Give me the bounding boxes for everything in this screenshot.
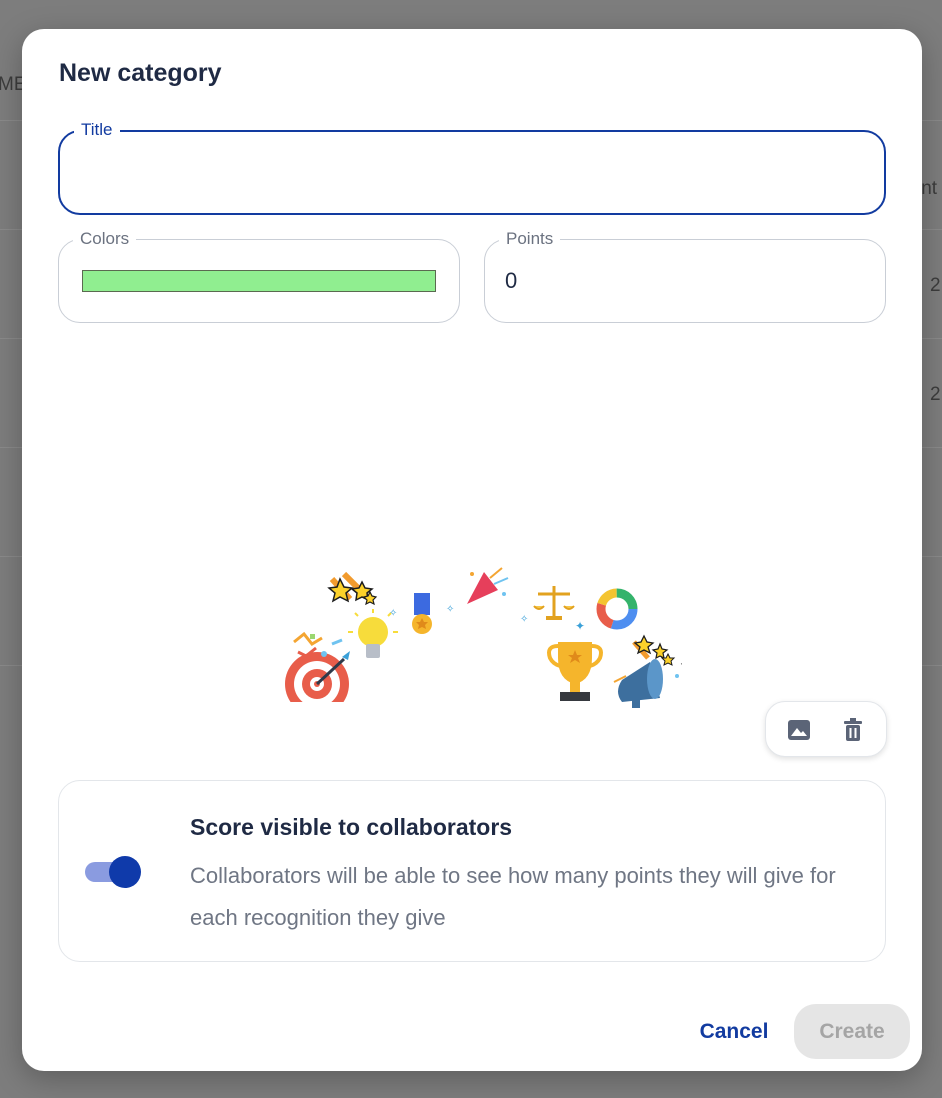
svg-text:✧: ✧ <box>446 604 454 615</box>
background-cell: 2 <box>930 275 941 296</box>
svg-text:✧: ✧ <box>520 614 528 625</box>
trophy-icon <box>547 642 603 701</box>
title-field[interactable]: Title <box>58 120 886 215</box>
score-visibility-description: Collaborators will be able to see how ma… <box>190 863 836 930</box>
score-visibility-card: Score visible to collaborators Collabora… <box>58 780 886 962</box>
image-actions-toolbar <box>765 701 887 757</box>
score-visibility-heading: Score visible to collaborators <box>190 814 513 840</box>
image-icon[interactable] <box>784 715 814 745</box>
megaphone-icon <box>613 652 682 708</box>
svg-text:✧: ✧ <box>389 608 397 619</box>
dialog-title: New category <box>59 59 222 87</box>
points-field[interactable]: Points <box>484 229 886 323</box>
shooting-stars-icon <box>632 634 669 660</box>
points-input[interactable] <box>505 266 705 296</box>
medal-icon <box>412 593 432 634</box>
title-field-label: Title <box>74 120 120 140</box>
points-field-label: Points <box>499 229 561 249</box>
score-visibility-toggle[interactable] <box>85 856 141 888</box>
toggle-thumb <box>109 856 141 888</box>
background-cell: 2 <box>930 384 941 405</box>
shooting-stars-icon <box>327 571 378 606</box>
new-category-dialog: New category Title Colors Points 0 ✧ ✧ ✧… <box>22 29 922 1071</box>
colors-field[interactable]: Colors <box>58 229 460 323</box>
donut-chart-icon <box>596 588 638 630</box>
color-swatch[interactable] <box>82 270 436 292</box>
title-input[interactable] <box>78 154 866 190</box>
create-button[interactable]: Create <box>794 1004 910 1059</box>
trash-icon[interactable] <box>838 715 868 745</box>
party-popper-icon <box>467 567 509 604</box>
scales-icon <box>533 586 575 620</box>
svg-text:✦: ✦ <box>575 619 585 633</box>
category-illustration: ✧ ✧ ✧ ✦ <box>262 567 682 709</box>
colors-field-label: Colors <box>73 229 137 249</box>
cancel-button[interactable]: Cancel <box>682 1006 786 1058</box>
